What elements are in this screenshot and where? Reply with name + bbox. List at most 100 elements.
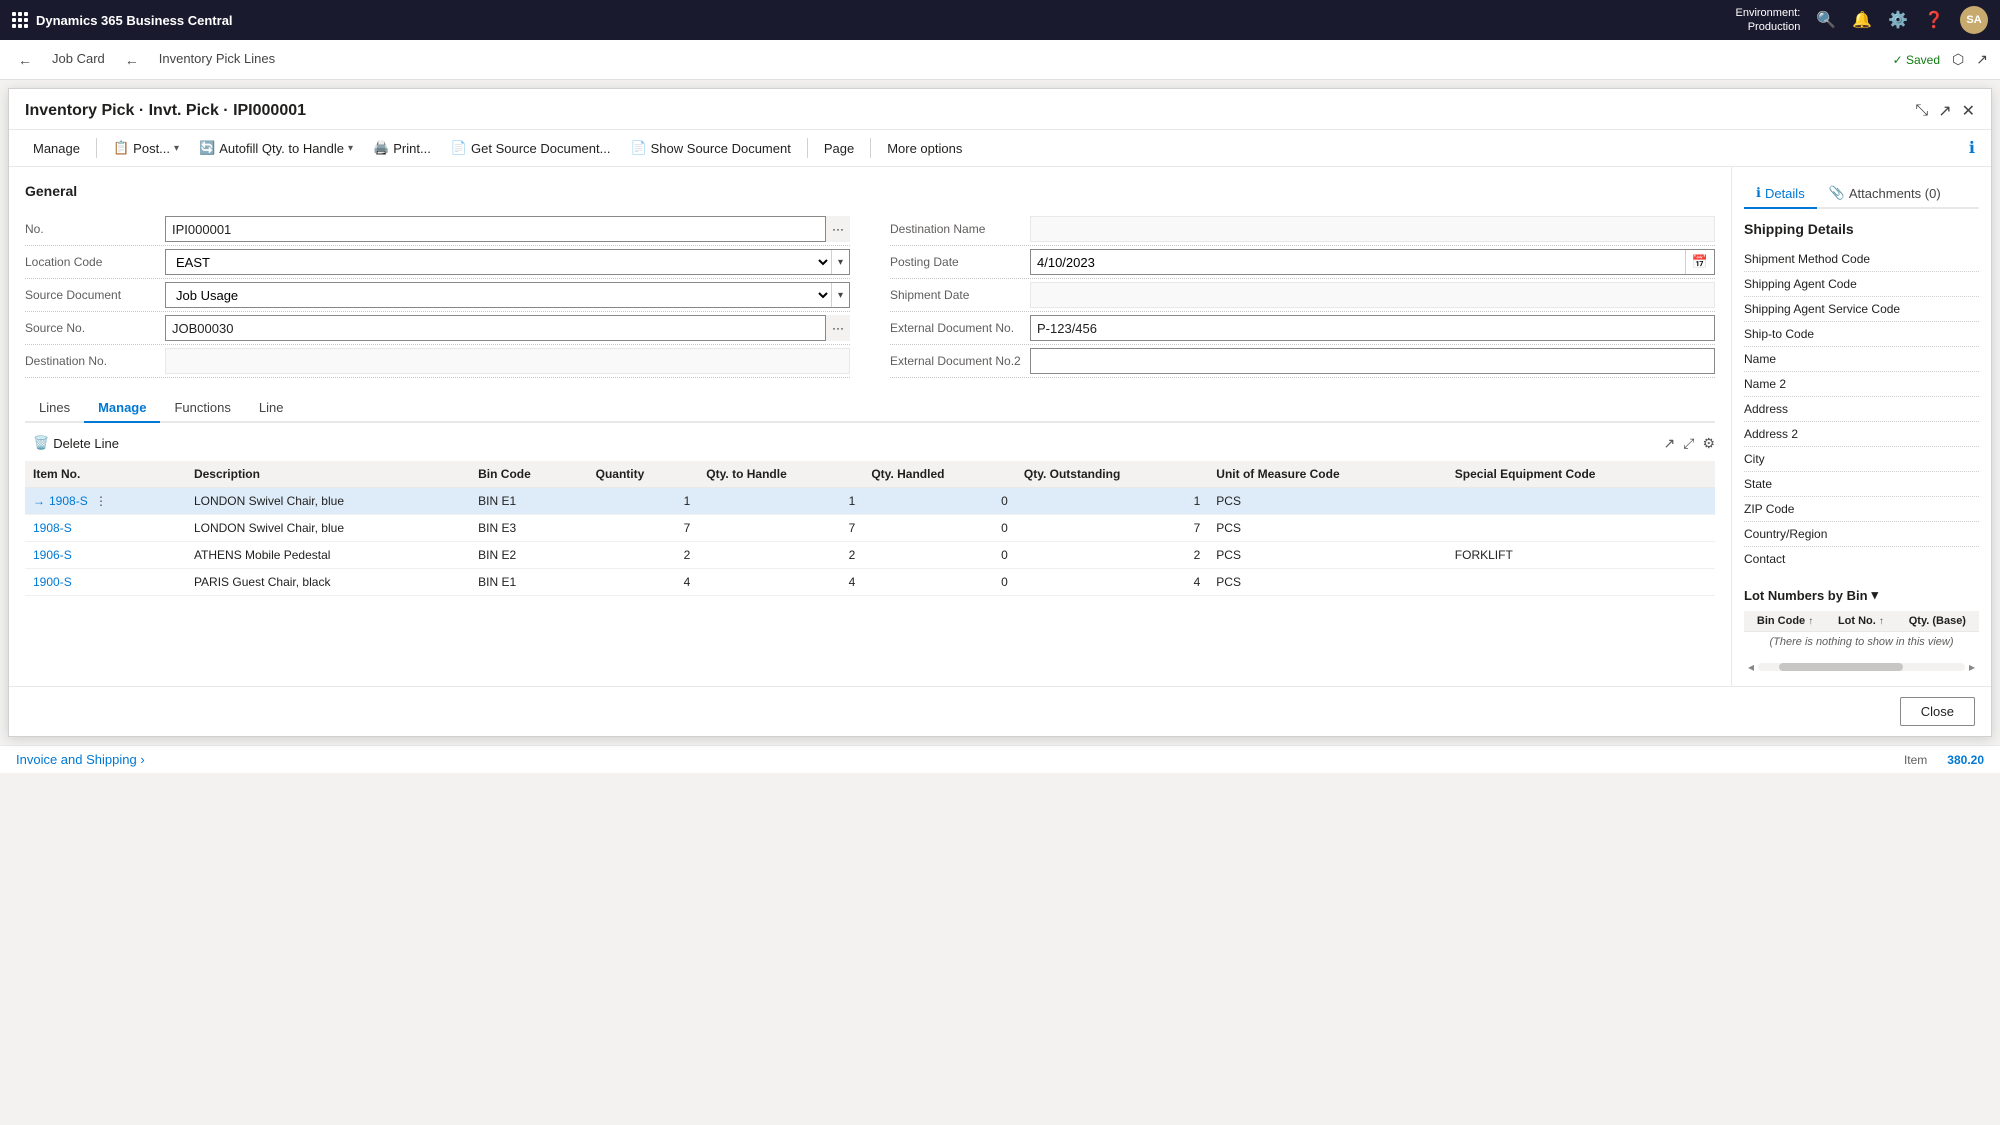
table-cell-itemNo[interactable]: →1908-S ⋮ (25, 488, 186, 515)
app-launcher[interactable]: Dynamics 365 Business Central (12, 12, 233, 28)
dialog-close-icon[interactable]: ✕ (1962, 101, 1975, 121)
page-button[interactable]: Page (816, 137, 862, 160)
shipping-field-address2[interactable]: Address 2 (1744, 422, 1979, 447)
source-document-select[interactable]: Job Usage (166, 283, 831, 307)
help-icon[interactable]: ❓ (1924, 10, 1944, 30)
table-cell-qtyHandled[interactable]: 0 (863, 488, 1016, 515)
tab-job-card[interactable]: Job Card (42, 40, 115, 80)
post-button[interactable]: 📋 Post... ▾ (105, 136, 187, 160)
table-cell-qtyHandled[interactable]: 0 (863, 569, 1016, 596)
shipment-date-field[interactable] (1030, 282, 1715, 308)
table-cell-specialEquipmentCode[interactable] (1447, 488, 1715, 515)
panel-tab-details[interactable]: ℹ Details (1744, 179, 1817, 209)
back-arrow-1[interactable]: ← (12, 52, 38, 68)
table-cell-specialEquipmentCode[interactable] (1447, 569, 1715, 596)
no-ellipsis-btn[interactable]: ··· (825, 216, 850, 242)
search-icon[interactable]: 🔍 (1816, 10, 1836, 30)
item-no-link[interactable]: 1908-S (49, 494, 88, 508)
table-cell-qtyToHandle[interactable]: 2 (698, 542, 863, 569)
table-cell-unitOfMeasureCode[interactable]: PCS (1208, 515, 1446, 542)
show-source-button[interactable]: 📄 Show Source Document (622, 136, 798, 160)
shipping-field-country[interactable]: Country/Region (1744, 522, 1979, 547)
shipping-field-agent-service[interactable]: Shipping Agent Service Code (1744, 297, 1979, 322)
no-input[interactable] (165, 216, 825, 242)
table-cell-quantity[interactable]: 7 (588, 515, 699, 542)
location-code-select[interactable]: EAST (166, 250, 831, 274)
source-no-input[interactable] (165, 315, 825, 341)
posting-date-calendar-icon[interactable]: 📅 (1685, 250, 1714, 274)
location-dropdown-icon[interactable]: ▾ (831, 250, 849, 274)
print-button[interactable]: 🖨️ Print... (365, 136, 439, 160)
table-cell-description[interactable]: PARIS Guest Chair, black (186, 569, 470, 596)
shipping-field-contact[interactable]: Contact (1744, 547, 1979, 571)
table-cell-specialEquipmentCode[interactable]: FORKLIFT (1447, 542, 1715, 569)
table-cell-quantity[interactable]: 1 (588, 488, 699, 515)
scroll-right-arrow[interactable]: ▸ (1965, 660, 1979, 674)
table-cell-qtyToHandle[interactable]: 4 (698, 569, 863, 596)
shipping-field-name2[interactable]: Name 2 (1744, 372, 1979, 397)
autofill-button[interactable]: 🔄 Autofill Qty. to Handle ▾ (191, 136, 361, 160)
table-cell-qtyToHandle[interactable]: 1 (698, 488, 863, 515)
external-doc-no-input[interactable] (1030, 315, 1715, 341)
user-avatar[interactable]: SA (1960, 6, 1988, 34)
item-no-link[interactable]: 1900-S (33, 575, 72, 589)
shipping-field-address[interactable]: Address (1744, 397, 1979, 422)
table-cell-qtyOutstanding[interactable]: 2 (1016, 542, 1208, 569)
table-cell-qtyOutstanding[interactable]: 4 (1016, 569, 1208, 596)
lines-fullscreen-icon[interactable]: ⤢ (1683, 435, 1694, 452)
panel-tab-attachments[interactable]: 📎 Attachments (0) (1817, 179, 1953, 209)
table-cell-description[interactable]: ATHENS Mobile Pedestal (186, 542, 470, 569)
scrollbar-thumb[interactable] (1779, 663, 1903, 671)
item-no-link[interactable]: 1906-S (33, 548, 72, 562)
item-no-link[interactable]: 1908-S (33, 521, 72, 535)
info-icon[interactable]: ℹ (1969, 138, 1975, 158)
external-doc-no2-input[interactable] (1030, 348, 1715, 374)
table-row[interactable]: 1908-SLONDON Swivel Chair, blueBIN E3770… (25, 515, 1715, 542)
shipping-field-name[interactable]: Name (1744, 347, 1979, 372)
table-cell-binCode[interactable]: BIN E2 (470, 542, 588, 569)
table-cell-itemNo[interactable]: 1906-S (25, 542, 186, 569)
table-cell-qtyHandled[interactable]: 0 (863, 515, 1016, 542)
table-cell-quantity[interactable]: 2 (588, 542, 699, 569)
posting-date-input[interactable] (1031, 252, 1685, 273)
lot-collapse-icon[interactable]: ▾ (1872, 587, 1879, 603)
lines-external-icon[interactable]: ↗ (1664, 435, 1676, 452)
tab-inventory-pick-lines[interactable]: Inventory Pick Lines (149, 40, 285, 80)
table-cell-unitOfMeasureCode[interactable]: PCS (1208, 569, 1446, 596)
tab-expand-icon[interactable]: ⬡ (1952, 51, 1964, 68)
back-arrow-2[interactable]: ← (119, 52, 145, 68)
tab-functions[interactable]: Functions (160, 394, 244, 423)
shipping-field-agent-code[interactable]: Shipping Agent Code (1744, 272, 1979, 297)
table-cell-unitOfMeasureCode[interactable]: PCS (1208, 542, 1446, 569)
shipping-field-zip[interactable]: ZIP Code (1744, 497, 1979, 522)
tab-line[interactable]: Line (245, 394, 298, 423)
source-doc-dropdown-icon[interactable]: ▾ (831, 283, 849, 307)
tab-external-icon[interactable]: ↗ (1976, 51, 1988, 68)
scroll-left-arrow[interactable]: ◂ (1744, 660, 1758, 674)
get-source-button[interactable]: 📄 Get Source Document... (443, 136, 619, 160)
table-cell-qtyHandled[interactable]: 0 (863, 542, 1016, 569)
shipping-field-ship-to[interactable]: Ship-to Code (1744, 322, 1979, 347)
table-cell-binCode[interactable]: BIN E3 (470, 515, 588, 542)
more-options-button[interactable]: More options (879, 137, 970, 160)
table-cell-binCode[interactable]: BIN E1 (470, 569, 588, 596)
table-row[interactable]: 1900-SPARIS Guest Chair, blackBIN E14404… (25, 569, 1715, 596)
table-cell-quantity[interactable]: 4 (588, 569, 699, 596)
table-cell-description[interactable]: LONDON Swivel Chair, blue (186, 515, 470, 542)
autofill-dropdown-icon[interactable]: ▾ (348, 143, 353, 154)
table-cell-unitOfMeasureCode[interactable]: PCS (1208, 488, 1446, 515)
manage-button[interactable]: Manage (25, 137, 88, 160)
table-cell-binCode[interactable]: BIN E1 (470, 488, 588, 515)
shipping-field-shipment-method[interactable]: Shipment Method Code (1744, 247, 1979, 272)
row-menu-btn[interactable]: ⋮ (88, 494, 111, 508)
table-row[interactable]: 1906-SATHENS Mobile PedestalBIN E22202PC… (25, 542, 1715, 569)
table-cell-qtyOutstanding[interactable]: 1 (1016, 488, 1208, 515)
settings-icon[interactable]: ⚙️ (1888, 10, 1908, 30)
close-button[interactable]: Close (1900, 697, 1975, 726)
post-dropdown-icon[interactable]: ▾ (174, 143, 179, 154)
table-cell-itemNo[interactable]: 1900-S (25, 569, 186, 596)
shipping-field-city[interactable]: City (1744, 447, 1979, 472)
shipping-field-state[interactable]: State (1744, 472, 1979, 497)
table-row[interactable]: →1908-S ⋮ LONDON Swivel Chair, blueBIN E… (25, 488, 1715, 515)
lines-settings-icon[interactable]: ⚙ (1702, 435, 1715, 452)
